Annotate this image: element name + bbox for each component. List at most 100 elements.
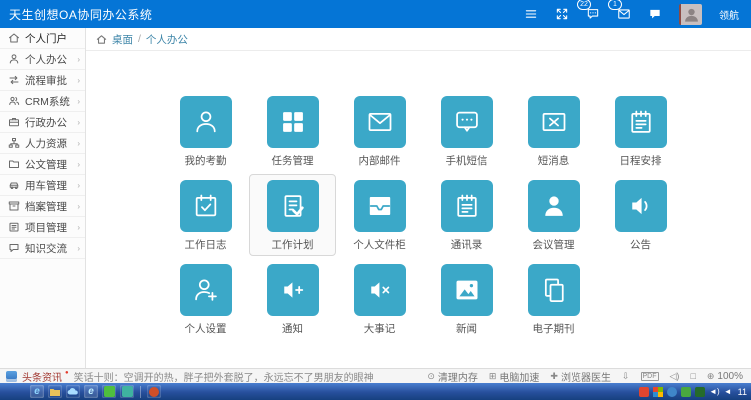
windows-taskbar: e e ◄) ◄ 11 [0,383,751,400]
taskbar-clock[interactable]: 11 [736,387,747,397]
volume-icon[interactable]: ◄) [709,387,720,396]
main-content: 我的考勤 任务管理内部邮件手机短信 短消息日程安排工作日志工作计划个人文件柜通讯录会… [86,51,751,368]
sidebar-item-0[interactable]: 个人门户 [0,28,85,49]
download-icon[interactable]: ⇩ [622,371,630,382]
app-user[interactable]: 我的考勤 [162,90,249,172]
app-doc-check[interactable]: 工作计划 [249,174,336,256]
app-tile [354,264,406,316]
sidebar-item-2[interactable]: 流程审批› [0,70,85,91]
volume-icon[interactable]: ◁) [670,371,680,382]
user-solid-icon [540,192,568,220]
sidebar-item-6[interactable]: 公文管理› [0,154,85,175]
update-tray-icon[interactable] [681,387,691,397]
app-mail[interactable]: 内部邮件 [336,90,423,172]
briefcase-icon [8,116,20,128]
avatar-person-icon [683,6,700,23]
sidebar-item-9[interactable]: 项目管理› [0,217,85,238]
clean-memory-icon: ⊙ [427,371,435,382]
app-tile [180,96,232,148]
topbar: 天生创想OA协同办公系统 22 1 领航 [0,0,751,28]
orange-app-icon[interactable] [147,385,161,398]
comments-icon [8,242,20,254]
menu-icon [524,7,538,21]
mail-icon-button[interactable]: 1 [617,7,631,21]
zoom-control[interactable]: ⊕ 100% [707,371,743,382]
app-calendar-check[interactable]: 工作日志 [162,174,249,256]
ie-browser-icon[interactable]: e [30,385,44,398]
menu-icon-button[interactable] [524,7,538,21]
pdf-icon[interactable]: PDF [641,372,659,381]
app-tile [441,180,493,232]
breadcrumb-current[interactable]: 个人办公 [146,32,188,47]
breadcrumb-home[interactable]: 桌面 [112,32,133,47]
app-user-solid[interactable]: 会议管理 [510,174,597,256]
breadcrumb: 桌面 / 个人办公 [86,28,751,51]
mute-icon[interactable]: ◄ [724,387,732,396]
chevron-right-icon: › [77,244,80,253]
zoom-level: 100% [717,371,743,382]
app-mail-x[interactable]: 短消息 [510,90,597,172]
sidebar-item-10[interactable]: 知识交流› [0,238,85,259]
chat-app-icon[interactable] [102,385,116,398]
pc-speedup-tool[interactable]: ⊞电脑加速 [489,369,540,384]
app-label: 个人设置 [185,323,227,336]
sidebar-item-3[interactable]: CRM系统› [0,91,85,112]
media-app-icon[interactable] [120,385,134,398]
user-icon [192,108,220,136]
chevron-right-icon: › [77,181,80,190]
network-tray-icon[interactable] [667,387,677,397]
app-notebook[interactable]: 日程安排 [597,90,684,172]
speaker-plus-icon [279,276,307,304]
app-grid[interactable]: 任务管理 [249,90,336,172]
app-notebook[interactable]: 通讯录 [423,174,510,256]
drawer-icon [366,192,394,220]
window-icon[interactable]: □ [690,371,695,381]
folder-icon[interactable] [48,385,62,398]
sidebar-item-label: 用车管理 [25,178,67,193]
exchange-icon [8,74,20,86]
red-dot-badge: ● [65,370,69,376]
avatar[interactable] [679,4,702,25]
badge-count: 1 [608,0,622,10]
chat-icon-button[interactable]: 22 [586,7,600,21]
app-pages[interactable]: 电子期刊 [510,258,597,340]
app-tile [528,264,580,316]
browser-doctor-tool[interactable]: ✚浏览器医生 [550,369,611,384]
browser2-icon[interactable]: e [84,385,98,398]
cloud-app-icon[interactable] [66,385,80,398]
username[interactable]: 领航 [719,7,739,22]
app-title: 天生创想OA协同办公系统 [0,6,152,23]
expand-icon-button[interactable] [555,7,569,21]
app-tile [267,264,319,316]
project-icon [8,221,20,233]
sidebar-item-7[interactable]: 用车管理 › [0,175,85,196]
notebook-icon [627,108,655,136]
news-text[interactable]: 笑话十则：空调开的热，胖子把外套脱了，永远忘不了男朋友的眼神 [74,369,374,384]
security-tray-icon[interactable] [639,387,649,397]
app-speaker-plus[interactable]: 通知 [249,258,336,340]
comment-icon-button[interactable] [648,7,662,21]
sidebar-item-5[interactable]: 人力资源› [0,133,85,154]
app-label: 手机短信 [446,155,488,168]
app-picture[interactable]: 新闻 [423,258,510,340]
folder-icon [8,158,20,170]
windows-flag-icon[interactable] [653,387,663,397]
app-sms[interactable]: 手机短信 [423,90,510,172]
sidebar-item-8[interactable]: 档案管理› [0,196,85,217]
vpn-tray-icon[interactable] [695,387,705,397]
app-drawer[interactable]: 个人文件柜 [336,174,423,256]
app-label: 我的考勤 [185,155,227,168]
app-label: 通知 [282,323,303,336]
sidebar-item-1[interactable]: 个人办公› [0,49,85,70]
app-user-plus[interactable]: 个人设置 [162,258,249,340]
app-speaker[interactable]: 公告 [597,174,684,256]
app-tile [267,96,319,148]
home-icon [96,34,107,45]
picture-icon [453,276,481,304]
archive-icon [8,200,20,212]
app-label: 电子期刊 [533,323,575,336]
app-speaker-x[interactable]: 大事记 [336,258,423,340]
clean-memory-tool[interactable]: ⊙清理内存 [427,369,478,384]
news-label[interactable]: 头条资讯 [22,369,62,384]
sidebar-item-4[interactable]: 行政办公› [0,112,85,133]
